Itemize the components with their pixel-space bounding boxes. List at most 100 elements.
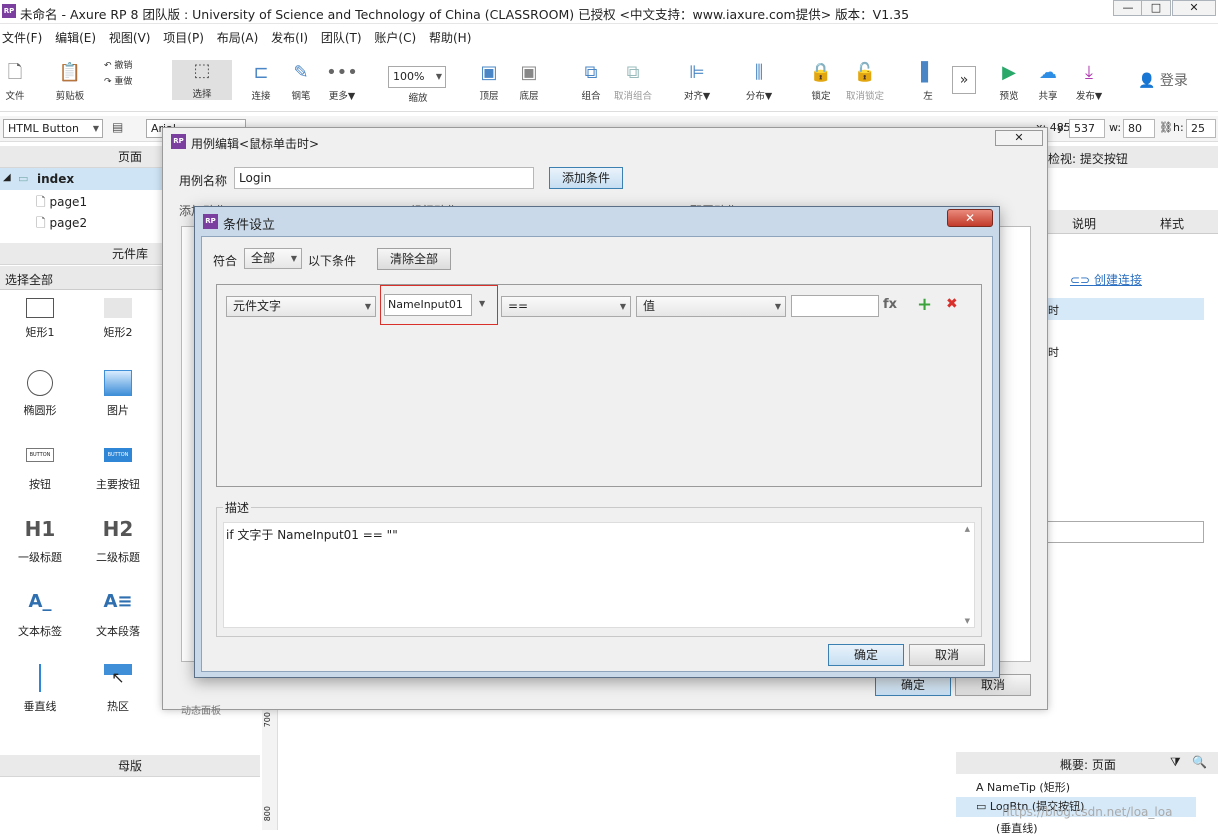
ungroup-button[interactable]: ⧉ 取消组合: [612, 62, 654, 102]
h-label: ⛓h:: [1159, 121, 1184, 134]
h-input[interactable]: 25: [1186, 119, 1216, 138]
menu-layout[interactable]: 布局(A): [217, 28, 259, 48]
widget-type-select[interactable]: HTML Button ▼: [3, 119, 103, 138]
chevron-down-icon: ▼: [774, 302, 781, 311]
inspector-header: 检视: 提交按钮: [1046, 146, 1218, 168]
double-chevron-right-icon: »: [959, 72, 969, 88]
zoom-select[interactable]: 100% ▼: [388, 66, 446, 88]
publish-button[interactable]: ⤓ 发布▼: [1074, 62, 1104, 102]
select-tool[interactable]: ⬚ 选择: [172, 60, 232, 100]
group-button[interactable]: ⧉ 组合: [578, 62, 604, 102]
front-icon: ▣: [480, 62, 498, 83]
connect-tool[interactable]: ⊏ 连接: [248, 62, 274, 102]
outline-item[interactable]: A NameTip (矩形): [976, 779, 1070, 795]
menu-help[interactable]: 帮助(H): [429, 28, 471, 48]
preview-button[interactable]: ▶ 预览: [996, 62, 1022, 102]
library-rectangle1[interactable]: 矩形1: [0, 298, 80, 340]
condition-ok-button[interactable]: 确定: [828, 644, 904, 666]
value-input[interactable]: [791, 295, 879, 317]
description-text: if 文字于 NameInput01 == "" ▲ ▼: [223, 522, 975, 628]
tab-notes[interactable]: 说明: [1072, 215, 1096, 232]
condition-cancel-button[interactable]: 取消: [909, 644, 985, 666]
library-text-label[interactable]: A_ 文本标签: [0, 591, 80, 639]
page-item-page2[interactable]: 🗋 page2: [36, 214, 87, 235]
chevron-down-icon[interactable]: ▼: [479, 299, 485, 308]
ellipse-icon: [27, 370, 53, 396]
library-h2[interactable]: H2 二级标题: [78, 517, 158, 565]
library-image[interactable]: 图片: [78, 370, 158, 418]
case-editor-title: 用例编辑<鼠标单击时>: [191, 137, 320, 151]
menu-team[interactable]: 团队(T): [321, 28, 362, 48]
maximize-button[interactable]: □: [1141, 0, 1171, 16]
scroll-up-icon[interactable]: ▲: [965, 525, 970, 533]
unlock-button[interactable]: 🔓 取消锁定: [844, 62, 886, 102]
w-input[interactable]: 80: [1123, 119, 1155, 138]
library-button[interactable]: BUTTON 按钮: [0, 448, 80, 492]
library-rectangle2[interactable]: 矩形2: [78, 298, 158, 340]
library-vertical-line[interactable]: 垂直线: [0, 664, 80, 714]
library-hotspot[interactable]: ↖ 热区: [78, 664, 158, 714]
y-input[interactable]: 537: [1069, 119, 1105, 138]
widget-select[interactable]: NameInput01: [384, 294, 472, 316]
menu-project[interactable]: 项目(P): [163, 28, 204, 48]
undo-button[interactable]: ↶ 撤销: [104, 58, 144, 71]
send-to-back-button[interactable]: ▣ 底层: [516, 62, 542, 102]
condition-close-button[interactable]: ✕: [947, 209, 993, 227]
lock-button[interactable]: 🔒 锁定: [808, 62, 834, 102]
menu-file[interactable]: 文件(F): [2, 28, 42, 48]
align-button[interactable]: ⊫ 对齐▼: [682, 62, 712, 102]
case-editor-close-button[interactable]: ✕: [995, 130, 1043, 146]
rp-logo-icon: RP: [171, 134, 186, 149]
clipboard-tool[interactable]: 📋 剪贴板: [54, 62, 86, 102]
inspector-input[interactable]: [1046, 521, 1204, 543]
minimize-button[interactable]: —: [1113, 0, 1143, 16]
outline-item[interactable]: (垂直线): [996, 820, 1038, 836]
scroll-down-icon[interactable]: ▼: [965, 617, 970, 625]
library-ellipse[interactable]: 椭圆形: [0, 370, 80, 418]
file-tool[interactable]: 🗋 文件: [4, 62, 26, 102]
page-item-page1[interactable]: 🗋 page1: [36, 193, 87, 214]
library-text-paragraph[interactable]: A≡ 文本段落: [78, 591, 158, 639]
expand-triangle-icon[interactable]: ◢: [3, 172, 11, 183]
add-condition-button[interactable]: 添加条件: [549, 167, 623, 189]
login-button[interactable]: 👤 登录: [1138, 70, 1198, 90]
distribute-button[interactable]: ⫼ 分布▼: [744, 62, 774, 102]
pen-tool[interactable]: ✎ 钢笔: [288, 62, 314, 102]
menu-publish[interactable]: 发布(I): [271, 28, 308, 48]
bring-to-front-button[interactable]: ▣ 顶层: [476, 62, 502, 102]
filter-icon[interactable]: ⧩: [1170, 755, 1181, 770]
style-editor-icon[interactable]: ▤: [112, 120, 123, 134]
create-link[interactable]: ⊂⊃ 创建连接: [1070, 271, 1142, 288]
library-primary-button[interactable]: BUTTON 主要按钮: [78, 448, 158, 492]
ungroup-icon: ⧉: [626, 62, 640, 83]
align-icon: ⊫: [689, 62, 705, 83]
condition-left-type-select[interactable]: 元件文字 ▼: [226, 296, 376, 317]
left-pane-button[interactable]: ▌ 左: [916, 62, 940, 102]
library-h1[interactable]: H1 一级标题: [0, 517, 80, 565]
operator-select[interactable]: == ▼: [501, 296, 631, 317]
event-row-1[interactable]: 时: [1046, 298, 1204, 320]
menu-edit[interactable]: 编辑(E): [55, 28, 96, 48]
match-select[interactable]: 全部 ▼: [244, 248, 302, 269]
search-icon[interactable]: 🔍: [1192, 755, 1207, 769]
file-icon: 🗋: [7, 62, 23, 83]
condition-dialog-title: 条件设立: [223, 218, 276, 233]
event-row-2[interactable]: 时: [1048, 344, 1059, 360]
more-tool[interactable]: ••• 更多▼: [326, 62, 358, 102]
value-type-select[interactable]: 值 ▼: [636, 296, 786, 317]
case-name-input[interactable]: Login: [234, 167, 534, 189]
chevron-down-icon: ▼: [364, 302, 371, 311]
share-button[interactable]: ☁ 共享: [1034, 62, 1062, 102]
expand-toolbar-button[interactable]: »: [952, 66, 976, 94]
add-condition-row-button[interactable]: +: [917, 294, 932, 315]
tab-style[interactable]: 样式: [1160, 215, 1184, 232]
menu-account[interactable]: 账户(C): [374, 28, 416, 48]
match-label: 符合: [213, 254, 238, 268]
link-size-icon[interactable]: ⛓: [1159, 121, 1173, 134]
menu-view[interactable]: 视图(V): [109, 28, 151, 48]
close-window-button[interactable]: ✕: [1172, 0, 1216, 16]
clear-all-button[interactable]: 清除全部: [377, 248, 451, 270]
redo-button[interactable]: ↷ 重做: [104, 74, 144, 87]
remove-condition-row-button[interactable]: ✖: [946, 296, 958, 312]
fx-button[interactable]: fx: [883, 297, 897, 312]
